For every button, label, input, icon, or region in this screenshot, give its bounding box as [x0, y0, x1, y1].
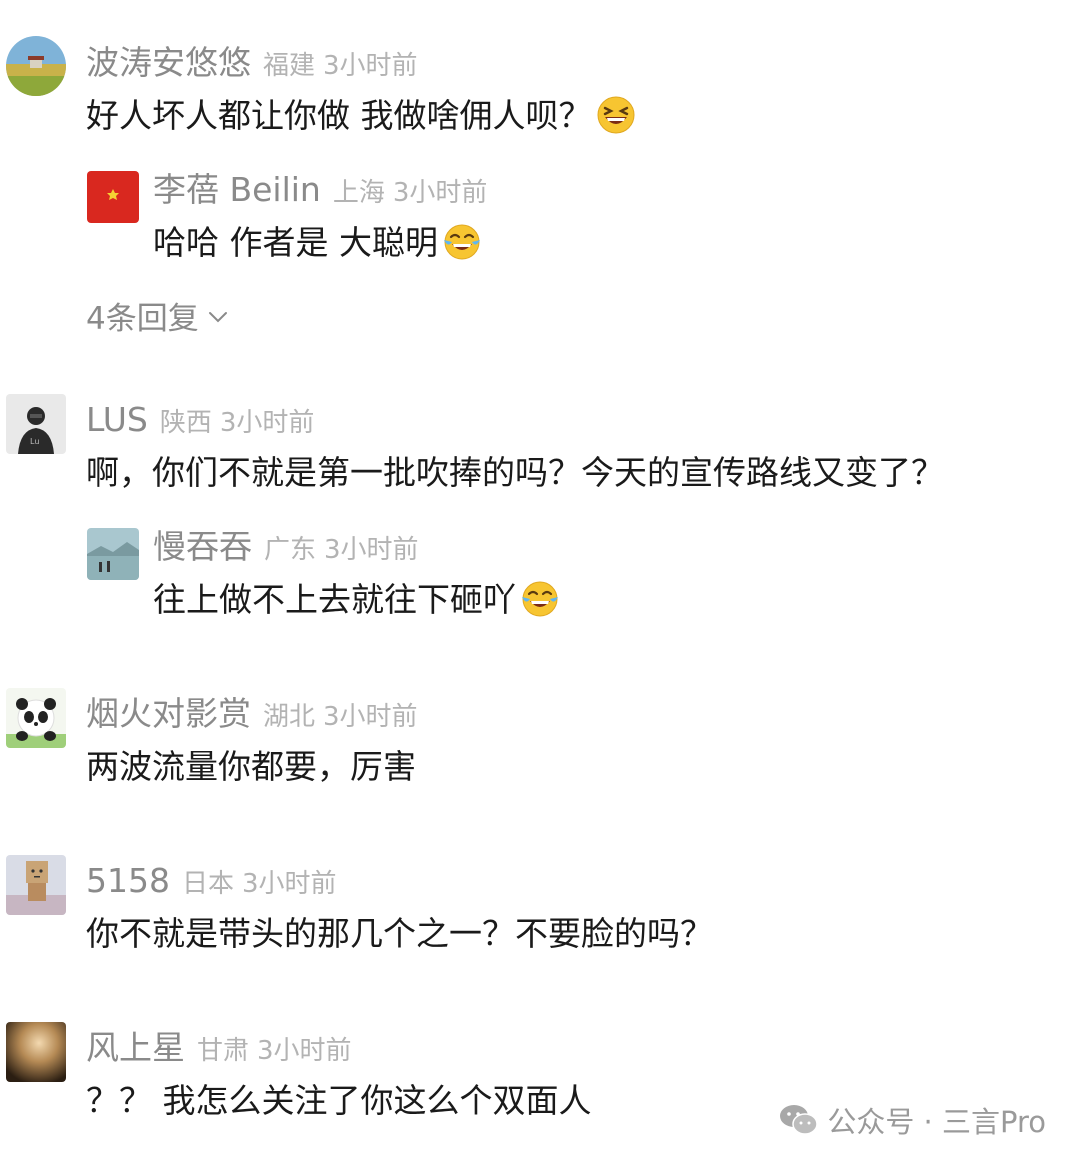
location: 湖北: [263, 702, 316, 732]
comment-text-content: 好人坏人都让你做 我做啥佣人呗？: [86, 96, 592, 135]
username[interactable]: 波涛安悠悠: [86, 43, 251, 82]
tears-of-joy-emoji-icon: [442, 222, 482, 262]
chevron-down-icon: [207, 295, 229, 323]
avatar[interactable]: [6, 855, 66, 915]
avatar[interactable]: [87, 528, 139, 580]
comment-meta: LUS 陕西 3小时前: [86, 400, 314, 440]
username[interactable]: 李蓓 Beilin: [153, 170, 321, 209]
comment-text-content: ？？ 我怎么关注了你这么个双面人: [86, 1081, 592, 1120]
comment-meta: 5158 日本 3小时前: [86, 861, 337, 901]
avatar[interactable]: [6, 1022, 66, 1082]
reply-meta: 李蓓 Beilin 上海 3小时前: [153, 170, 487, 210]
comment-meta: 风上星 甘肃 3小时前: [86, 1028, 352, 1068]
avatar[interactable]: [87, 171, 139, 223]
avatar[interactable]: Lu: [6, 394, 66, 454]
grinning-squint-emoji-icon: [596, 95, 636, 135]
username[interactable]: 烟火对影赏: [86, 694, 251, 733]
username[interactable]: 慢吞吞: [153, 527, 252, 566]
comment-text-content: 两波流量你都要，厉害: [86, 747, 416, 786]
comment-text: ？？ 我怎么关注了你这么个双面人: [86, 1079, 592, 1123]
more-replies-label: 4条回复: [86, 301, 199, 337]
location: 福建: [263, 51, 316, 81]
timestamp: 3小时前: [242, 869, 337, 899]
comment-meta: 波涛安悠悠 福建 3小时前: [86, 43, 418, 83]
location: 广东: [264, 535, 317, 565]
comment-text-content: 啊，你们不就是第一批吹捧的吗？今天的宣传路线又变了？: [86, 453, 944, 492]
avatar[interactable]: [6, 36, 66, 96]
watermark-text: 公众号 · 三言Pro: [827, 1105, 1046, 1139]
location: 日本: [181, 869, 234, 899]
username[interactable]: 风上星: [86, 1028, 185, 1067]
timestamp: 3小时前: [219, 408, 315, 438]
reply-text: 往上做不上去就往下砸吖: [153, 578, 560, 622]
username[interactable]: 5158: [86, 861, 170, 900]
comment-meta: 烟火对影赏 湖北 3小时前: [86, 694, 418, 734]
reply-text-content: 往上做不上去就往下砸吖: [153, 580, 516, 619]
location: 上海: [332, 178, 385, 208]
more-replies-button[interactable]: 4条回复: [86, 295, 229, 339]
comment-text: 啊，你们不就是第一批吹捧的吗？今天的宣传路线又变了？: [86, 451, 944, 495]
location: 甘肃: [197, 1036, 250, 1066]
timestamp: 3小时前: [323, 702, 418, 732]
comment-text: 两波流量你都要，厉害: [86, 745, 416, 789]
comment-text: 好人坏人都让你做 我做啥佣人呗？: [86, 94, 636, 138]
username[interactable]: LUS: [86, 400, 148, 439]
location: 陕西: [159, 408, 212, 438]
avatar[interactable]: [6, 688, 66, 748]
timestamp: 3小时前: [392, 178, 488, 208]
watermark: 公众号 · 三言Pro: [779, 1100, 1046, 1144]
reply-text: 哈哈 作者是 大聪明: [153, 221, 482, 265]
tears-of-joy-emoji-icon: [520, 579, 560, 619]
timestamp: 3小时前: [257, 1036, 352, 1066]
timestamp: 3小时前: [324, 535, 419, 565]
comment-text-content: 你不就是带头的那几个之一？不要脸的吗？: [86, 914, 713, 953]
reply-text-content: 哈哈 作者是 大聪明: [153, 223, 438, 262]
comment-text: 你不就是带头的那几个之一？不要脸的吗？: [86, 912, 713, 956]
svg-text:Lu: Lu: [30, 437, 39, 446]
timestamp: 3小时前: [323, 51, 418, 81]
reply-meta: 慢吞吞 广东 3小时前: [153, 527, 419, 567]
wechat-icon: [779, 1102, 819, 1138]
comment-list: 波涛安悠悠 福建 3小时前 好人坏人都让你做 我做啥佣人呗？ 李蓓 Beilin 上: [0, 0, 1080, 1166]
